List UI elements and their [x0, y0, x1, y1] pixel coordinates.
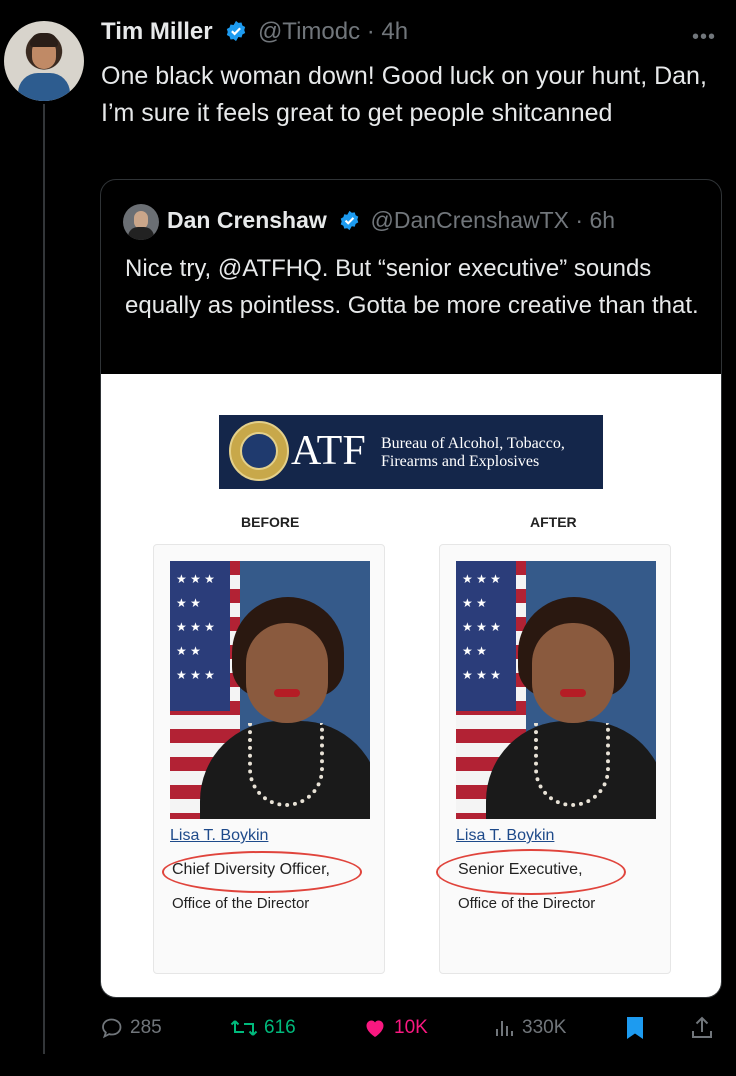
- after-label: AFTER: [530, 514, 577, 530]
- views-button[interactable]: 330K: [492, 1010, 566, 1046]
- tweet-time[interactable]: · 4h: [367, 18, 408, 45]
- portrait-photo: [456, 561, 656, 819]
- card-office: Office of the Director: [172, 895, 310, 912]
- card-name: Lisa T. Boykin: [456, 827, 555, 844]
- atf-subtitle-line1: Bureau of Alcohol, Tobacco,: [381, 435, 565, 452]
- tweet-text: One black woman down! Good luck on your …: [101, 62, 707, 127]
- share-button[interactable]: [690, 1010, 714, 1046]
- views-icon: [492, 1016, 516, 1040]
- quote-author-name: Dan Crenshaw: [167, 207, 327, 233]
- quote-text: Nice try, @ATFHQ. But “senior executive”…: [125, 255, 699, 319]
- quote-image[interactable]: ATF Bureau of Alcohol, Tobacco, Firearms…: [101, 374, 721, 997]
- repost-button[interactable]: 616: [230, 1010, 296, 1046]
- quote-header: Dan Crenshaw @DanCrenshawTX · 6h: [167, 207, 615, 237]
- atf-subtitle-line2: Firearms and Explosives: [381, 453, 540, 470]
- card-name: Lisa T. Boykin: [170, 827, 269, 844]
- card-office: Office of the Director: [458, 895, 596, 912]
- author-avatar[interactable]: [4, 21, 84, 101]
- action-bar: 285 616 10K 330K: [100, 1010, 720, 1050]
- atf-subtitle: Bureau of Alcohol, Tobacco, Firearms and…: [381, 435, 565, 471]
- reply-count: 285: [130, 1017, 162, 1038]
- verified-badge-icon: [339, 210, 360, 237]
- portrait-photo: [170, 561, 370, 819]
- before-card: Lisa T. Boykin Chief Diversity Officer, …: [153, 544, 385, 974]
- quote-author-avatar: [123, 204, 159, 240]
- reply-icon: [100, 1016, 124, 1040]
- like-button[interactable]: 10K: [362, 1010, 428, 1046]
- views-count: 330K: [522, 1017, 567, 1038]
- verified-badge-icon: [225, 20, 247, 49]
- author-handle[interactable]: @Timodc: [258, 18, 360, 45]
- quote-author-handle: @DanCrenshawTX: [370, 207, 570, 233]
- after-card: Lisa T. Boykin Senior Executive, Office …: [436, 544, 671, 974]
- thread-line: [43, 104, 45, 1054]
- like-count: 10K: [394, 1017, 428, 1038]
- highlight-circle: [162, 851, 362, 893]
- bookmark-icon: [624, 1015, 646, 1041]
- quote-time: · 6h: [575, 207, 616, 233]
- reply-button[interactable]: 285: [100, 1010, 162, 1046]
- highlight-circle: [436, 849, 626, 895]
- repost-count: 616: [264, 1017, 296, 1038]
- quoted-tweet[interactable]: Dan Crenshaw @DanCrenshawTX · 6h Nice tr…: [100, 179, 722, 998]
- share-icon: [690, 1015, 714, 1041]
- more-icon[interactable]: •••: [692, 26, 716, 49]
- heart-icon: [362, 1016, 388, 1040]
- repost-icon: [230, 1016, 258, 1040]
- author-name[interactable]: Tim Miller: [101, 18, 213, 45]
- atf-seal-icon: [229, 421, 289, 481]
- atf-banner: ATF Bureau of Alcohol, Tobacco, Firearms…: [219, 415, 603, 489]
- atf-logo-text: ATF: [291, 428, 366, 474]
- bookmark-button[interactable]: [624, 1010, 646, 1046]
- before-label: BEFORE: [241, 514, 300, 530]
- tweet-header: Tim Miller @Timodc · 4h: [101, 18, 408, 49]
